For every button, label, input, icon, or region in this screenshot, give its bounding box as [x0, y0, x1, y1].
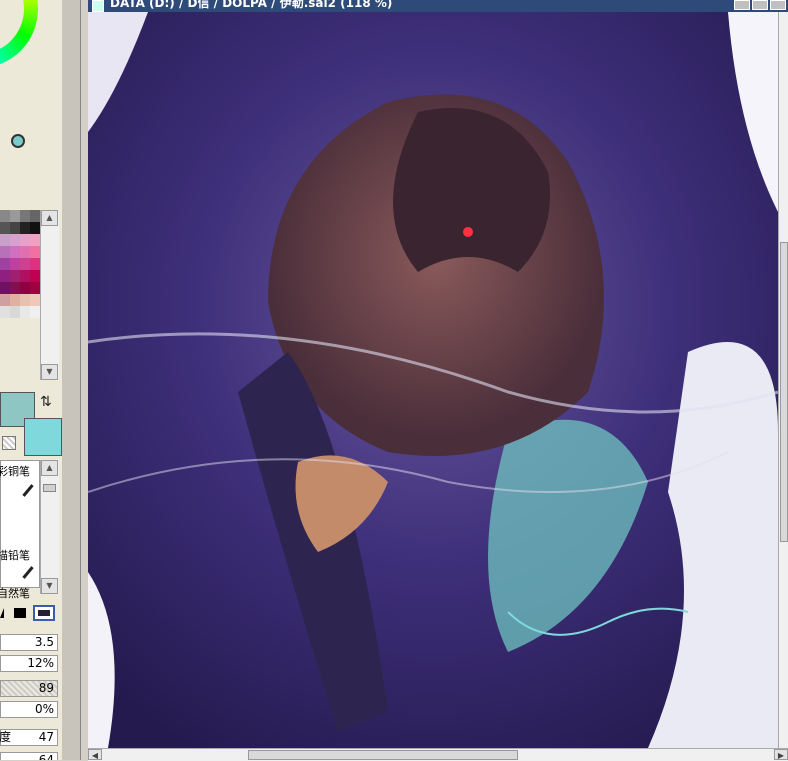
transparent-color-icon[interactable] — [2, 436, 16, 450]
brush-shape-flat-icon[interactable] — [33, 605, 55, 621]
dilution-field[interactable]: 度 47 — [0, 729, 58, 746]
scroll-up-icon[interactable]: ▲ — [41, 460, 58, 476]
drawing-canvas[interactable] — [88, 12, 778, 748]
color-swatch[interactable] — [20, 222, 30, 234]
color-swatch[interactable] — [30, 294, 40, 306]
color-swatch[interactable] — [30, 282, 40, 294]
color-swatch[interactable] — [30, 222, 40, 234]
color-swatch[interactable] — [10, 210, 20, 222]
maximize-button[interactable] — [752, 0, 768, 10]
color-swatch[interactable] — [20, 234, 30, 246]
color-swatch[interactable] — [10, 222, 20, 234]
close-button[interactable] — [770, 0, 786, 10]
tool-item-colored-pencil[interactable]: 彩铜笔 — [0, 463, 30, 479]
blend-field[interactable]: 0% — [0, 701, 58, 718]
document-title: DATA (D:) / D信 / DOLPA / 伊勒.sai2 (118 %) — [110, 0, 393, 10]
tool-item-label: 彩铜笔 — [0, 465, 30, 478]
color-swatch[interactable] — [30, 270, 40, 282]
tool-item-sketch-pencil[interactable]: 描铅笔 — [0, 547, 30, 563]
color-swatch[interactable] — [30, 210, 40, 222]
dilution-label: 度 — [0, 730, 12, 744]
color-swatch-grid[interactable] — [0, 210, 40, 318]
color-swatch[interactable] — [0, 234, 10, 246]
scroll-down-icon[interactable]: ▼ — [41, 364, 58, 380]
horizontal-scrollbar[interactable]: ◀ ▶ — [88, 748, 788, 761]
document-icon — [92, 0, 104, 12]
persistence-value: 64 — [38, 753, 54, 760]
color-swatch[interactable] — [0, 210, 10, 222]
color-swatch[interactable] — [10, 246, 20, 258]
scroll-thumb[interactable] — [43, 484, 56, 492]
panel-splitter[interactable] — [62, 0, 81, 760]
min-size-field[interactable]: 12% — [0, 655, 58, 672]
scroll-right-icon[interactable]: ▶ — [774, 749, 788, 760]
scroll-left-icon[interactable]: ◀ — [88, 749, 102, 760]
brush-size-field[interactable]: 3.5 — [0, 634, 58, 651]
color-swatch[interactable] — [20, 282, 30, 294]
color-swatch[interactable] — [30, 246, 40, 258]
pencil-icon — [22, 484, 34, 497]
vertical-scrollbar[interactable] — [778, 12, 788, 748]
minimize-button[interactable] — [734, 0, 750, 10]
min-size-value: 12% — [27, 656, 54, 670]
brush-shape-triangle-icon[interactable] — [0, 608, 4, 618]
color-swatch[interactable] — [20, 246, 30, 258]
density-slider[interactable]: 89 — [0, 680, 58, 697]
color-swatch[interactable] — [0, 294, 10, 306]
color-swatch[interactable] — [30, 234, 40, 246]
brush-shape-row — [0, 604, 62, 624]
color-swatch[interactable] — [10, 270, 20, 282]
color-swatch[interactable] — [0, 246, 10, 258]
brush-size-value: 3.5 — [34, 635, 54, 649]
artwork-illustration — [88, 12, 778, 748]
color-swatch[interactable] — [10, 258, 20, 270]
color-swatch[interactable] — [20, 210, 30, 222]
blend-value: 0% — [34, 702, 54, 716]
color-wheel-marker[interactable] — [11, 134, 25, 148]
scroll-thumb[interactable] — [248, 750, 518, 760]
hsv-color-wheel[interactable] — [0, 0, 38, 68]
color-swatch[interactable] — [0, 282, 10, 294]
color-swatch[interactable] — [0, 306, 10, 318]
swatch-scrollbar[interactable]: ▲ ▼ — [40, 210, 59, 380]
color-swatch[interactable] — [30, 306, 40, 318]
tool-item-label: 自然笔 — [0, 587, 30, 600]
dilution-value: 47 — [38, 730, 54, 744]
tool-panel: ▲ ▼ ⇅ 彩铜笔 描铅笔 自然笔 ▲ ▼ 3.5 12% 89 0% 度 47 … — [0, 0, 63, 760]
density-value: 89 — [38, 681, 54, 695]
color-swatch[interactable] — [0, 270, 10, 282]
color-swatch[interactable] — [10, 282, 20, 294]
document-title-bar[interactable]: DATA (D:) / D信 / DOLPA / 伊勒.sai2 (118 %) — [88, 0, 788, 12]
sub-color-swatch[interactable] — [24, 418, 62, 456]
scroll-thumb[interactable] — [780, 242, 788, 542]
color-swatch[interactable] — [20, 306, 30, 318]
brush-shape-square-icon[interactable] — [14, 608, 26, 618]
brush-tool-list: 彩铜笔 描铅笔 自然笔 — [0, 460, 40, 600]
color-swatch[interactable] — [0, 258, 10, 270]
tool-list-scrollbar[interactable]: ▲ ▼ — [40, 460, 59, 594]
color-swatch[interactable] — [0, 222, 10, 234]
color-swatch[interactable] — [10, 234, 20, 246]
color-swatch[interactable] — [20, 270, 30, 282]
color-swatch[interactable] — [20, 294, 30, 306]
tool-item-natural-pen[interactable]: 自然笔 — [0, 585, 30, 601]
pencil-icon — [22, 566, 34, 579]
color-swatch[interactable] — [20, 258, 30, 270]
color-swatch[interactable] — [30, 258, 40, 270]
swap-colors-icon[interactable]: ⇅ — [40, 394, 52, 410]
color-swatch[interactable] — [10, 306, 20, 318]
scroll-up-icon[interactable]: ▲ — [41, 210, 58, 226]
persistence-field[interactable]: 64 — [0, 752, 58, 760]
scroll-down-icon[interactable]: ▼ — [41, 578, 58, 594]
color-swatch[interactable] — [10, 294, 20, 306]
tool-item-label: 描铅笔 — [0, 549, 30, 562]
